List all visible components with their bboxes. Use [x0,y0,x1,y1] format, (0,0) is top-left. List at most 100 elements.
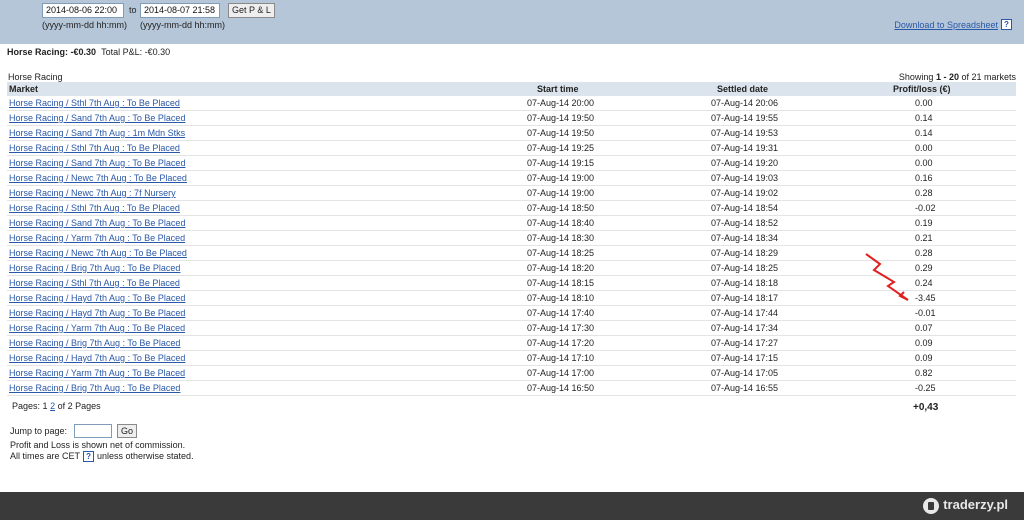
pages-label: Pages: [12,401,41,411]
from-date-input[interactable]: 2014-08-06 22:00 [42,3,124,18]
profit-loss: 0.21 [915,233,933,243]
market-link[interactable]: Horse Racing / Sthl 7th Aug : To Be Plac… [9,278,180,288]
profit-loss: 0.29 [915,263,933,273]
from-format-hint: (yyyy-mm-dd hh:mm) [42,20,127,30]
header-market[interactable]: Market [9,84,38,94]
start-time: 07-Aug-14 17:30 [527,323,595,333]
start-time: 07-Aug-14 18:30 [527,233,595,243]
pl-total: +0,43 [913,402,939,413]
watermark-bar: traderzy.pl [0,492,1024,520]
market-link[interactable]: Horse Racing / Yarm 7th Aug : To Be Plac… [9,233,185,243]
profit-loss: 0.82 [915,368,933,378]
profit-loss: 0.07 [915,323,933,333]
start-time: 07-Aug-14 18:40 [527,218,595,228]
page-current: 1 [42,401,48,411]
profit-loss: 0.14 [915,113,933,123]
timezone-note-suffix: unless otherwise stated. [97,451,194,461]
section-title: Horse Racing [8,72,63,82]
settled-date: 07-Aug-14 18:34 [711,233,779,243]
table-row: Horse Racing / Sand 7th Aug : To Be Plac… [7,111,1016,126]
pages-suffix: of 2 Pages [57,401,101,411]
market-link[interactable]: Horse Racing / Sand 7th Aug : To Be Plac… [9,113,185,123]
market-link[interactable]: Horse Racing / Yarm 7th Aug : To Be Plac… [9,323,185,333]
market-link[interactable]: Horse Racing / Sthl 7th Aug : To Be Plac… [9,98,180,108]
market-link[interactable]: Horse Racing / Newc 7th Aug : To Be Plac… [9,248,187,258]
market-link[interactable]: Horse Racing / Newc 7th Aug : 7f Nursery [9,188,176,198]
start-time: 07-Aug-14 20:00 [527,98,595,108]
summary-value: -€0.30 [70,47,97,57]
table-row: Horse Racing / Hayd 7th Aug : To Be Plac… [7,306,1016,321]
table-row: Horse Racing / Brig 7th Aug : To Be Plac… [7,336,1016,351]
profit-loss: 0.19 [915,218,933,228]
start-time: 07-Aug-14 19:50 [527,128,595,138]
settled-date: 07-Aug-14 20:06 [711,98,779,108]
profit-loss: 0.09 [915,353,933,363]
help-icon[interactable]: ? [1001,19,1012,30]
start-time: 07-Aug-14 18:25 [527,248,595,258]
header-settled-date[interactable]: Settled date [717,84,768,94]
market-link[interactable]: Horse Racing / Sand 7th Aug : To Be Plac… [9,218,185,228]
start-time: 07-Aug-14 18:20 [527,263,595,273]
total-pl-label: Total P&L: [101,47,143,57]
table-row: Horse Racing / Hayd 7th Aug : To Be Plac… [7,351,1016,366]
settled-date: 07-Aug-14 19:02 [711,188,779,198]
get-pl-button[interactable]: Get P & L [228,3,275,18]
jump-page-input[interactable] [74,424,112,438]
market-link[interactable]: Horse Racing / Brig 7th Aug : To Be Plac… [9,383,180,393]
profit-loss: 0.09 [915,338,933,348]
start-time: 07-Aug-14 17:00 [527,368,595,378]
market-link[interactable]: Horse Racing / Sand 7th Aug : To Be Plac… [9,158,185,168]
table-row: Horse Racing / Yarm 7th Aug : To Be Plac… [7,231,1016,246]
start-time: 07-Aug-14 19:25 [527,143,595,153]
market-link[interactable]: Horse Racing / Sthl 7th Aug : To Be Plac… [9,203,180,213]
profit-loss: -0.25 [915,383,936,393]
table-row: Horse Racing / Sthl 7th Aug : To Be Plac… [7,201,1016,216]
pagination: Pages: 1 2 of 2 Pages [12,401,101,411]
profit-loss: 0.00 [915,143,933,153]
start-time: 07-Aug-14 18:15 [527,278,595,288]
market-link[interactable]: Horse Racing / Hayd 7th Aug : To Be Plac… [9,353,185,363]
settled-date: 07-Aug-14 17:34 [711,323,779,333]
market-link[interactable]: Horse Racing / Yarm 7th Aug : To Be Plac… [9,368,185,378]
to-date-input[interactable]: 2014-08-07 21:58 [140,3,220,18]
watermark: traderzy.pl [923,497,1008,514]
traderzy-logo-icon [923,497,940,514]
market-link[interactable]: Horse Racing / Sthl 7th Aug : To Be Plac… [9,143,180,153]
market-link[interactable]: Horse Racing / Hayd 7th Aug : To Be Plac… [9,308,185,318]
table-header: Market Start time Settled date Profit/lo… [7,82,1016,96]
table-body: Horse Racing / Sthl 7th Aug : To Be Plac… [7,96,1016,396]
lightning-annotation-icon [865,253,909,301]
settled-date: 07-Aug-14 19:03 [711,173,779,183]
timezone-note-prefix: All times are CET [10,451,81,461]
commission-note: Profit and Loss is shown net of commissi… [10,440,186,450]
profit-loss: -0.02 [915,203,936,213]
settled-date: 07-Aug-14 19:31 [711,143,779,153]
market-link[interactable]: Horse Racing / Sand 7th Aug : 1m Mdn Stk… [9,128,185,138]
table-row: Horse Racing / Sand 7th Aug : To Be Plac… [7,216,1016,231]
profit-loss: 0.28 [915,188,933,198]
settled-date: 07-Aug-14 16:55 [711,383,779,393]
market-link[interactable]: Horse Racing / Brig 7th Aug : To Be Plac… [9,263,180,273]
market-link[interactable]: Horse Racing / Brig 7th Aug : To Be Plac… [9,338,180,348]
header-profit-loss[interactable]: Profit/loss (€) [893,84,951,94]
header-start-time[interactable]: Start time [537,84,579,94]
settled-date: 07-Aug-14 19:53 [711,128,779,138]
market-link[interactable]: Horse Racing / Hayd 7th Aug : To Be Plac… [9,293,185,303]
showing-prefix: Showing [898,72,934,82]
settled-date: 07-Aug-14 18:17 [711,293,779,303]
table-row: Horse Racing / Newc 7th Aug : To Be Plac… [7,171,1016,186]
pl-table: Market Start time Settled date Profit/lo… [7,82,1016,396]
start-time: 07-Aug-14 16:50 [527,383,595,393]
page-link-2[interactable]: 2 [50,401,55,411]
total-pl-value: -€0.30 [144,47,171,57]
settled-date: 07-Aug-14 17:15 [711,353,779,363]
go-button[interactable]: Go [117,424,138,438]
download-spreadsheet-link[interactable]: Download to Spreadsheet [894,20,998,30]
watermark-text: traderzy.pl [943,497,1008,512]
settled-date: 07-Aug-14 17:05 [711,368,779,378]
profit-loss: 0.00 [915,158,933,168]
summary-label: Horse Racing: [7,47,69,57]
timezone-help-icon[interactable]: ? [83,451,95,463]
market-link[interactable]: Horse Racing / Newc 7th Aug : To Be Plac… [9,173,187,183]
start-time: 07-Aug-14 19:15 [527,158,595,168]
